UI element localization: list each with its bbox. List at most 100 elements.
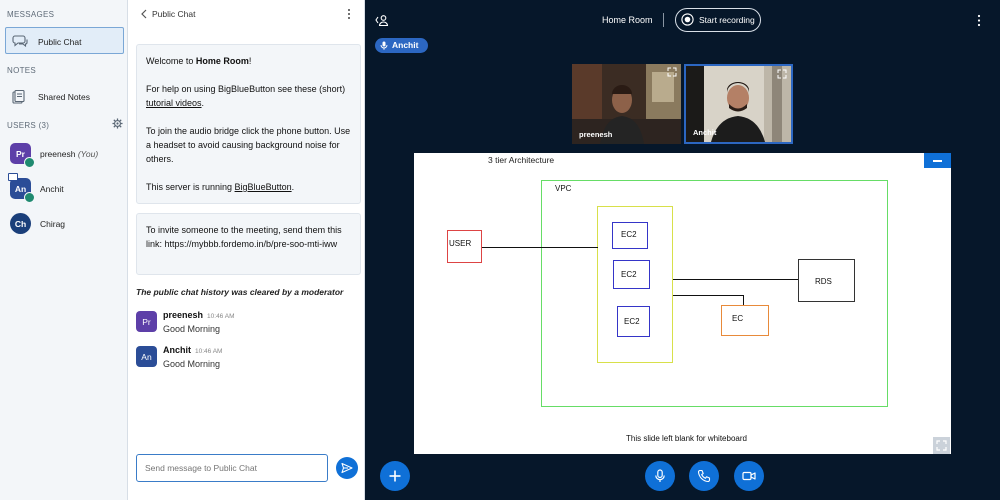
help-text: For help on using BigBlueButton see thes… (146, 84, 346, 94)
message-text: Good Morning (163, 359, 221, 369)
avatar-initials: Pr (16, 148, 25, 159)
send-button[interactable] (336, 457, 358, 479)
chevron-left-icon[interactable] (140, 9, 148, 19)
users-section-title: USERS (3) (7, 121, 50, 130)
server-end: . (291, 182, 295, 192)
presentation-slide[interactable]: 3 tier Architecture VPC USER EC2 EC2 EC2… (414, 153, 951, 454)
sender-name: preenesh (163, 310, 204, 320)
room-title: Home Room (602, 15, 653, 25)
webcam-video-anchit[interactable]: Anchit (684, 64, 793, 144)
welcome-message: Welcome to Home Room! For help on using … (136, 44, 361, 204)
chat-panel: Public Chat Welcome to Home Room! For he… (128, 0, 365, 500)
mute-microphone-button[interactable] (645, 461, 675, 491)
avatar: An (136, 346, 157, 367)
user-name: Anchit (40, 184, 64, 194)
public-chat-label: Public Chat (38, 37, 82, 47)
webcam-name-label: preenesh (579, 130, 613, 139)
user-row-chirag[interactable]: Ch Chirag (0, 210, 127, 236)
ec2-label: EC2 (621, 270, 637, 279)
message-text: Good Morning (163, 324, 221, 334)
gear-icon[interactable] (112, 118, 123, 129)
avatar-initials: An (14, 183, 27, 194)
title-divider (663, 13, 664, 27)
send-icon (341, 462, 353, 474)
phone-icon (697, 469, 711, 483)
message-time: 10:46 AM (207, 313, 235, 320)
welcome-prefix: Welcome to (146, 56, 196, 66)
fullscreen-icon[interactable] (667, 67, 677, 77)
user-row-anchit[interactable]: An Anchit (0, 173, 127, 203)
user-name-text: preenesh (40, 149, 76, 159)
sender-name: Anchit (163, 345, 191, 355)
ec2-label: EC2 (624, 317, 640, 326)
shared-notes-label: Shared Notes (38, 92, 90, 102)
message-time: 10:46 AM (195, 348, 223, 355)
message-sender: Anchit 10:46 AM (163, 345, 222, 355)
invite-message: To invite someone to the meeting, send t… (136, 213, 361, 275)
avatar: Pr (10, 143, 35, 168)
connector-line (743, 295, 744, 305)
chat-bubble-icon (12, 35, 28, 48)
bigbluebutton-link[interactable]: BigBlueButton (235, 182, 292, 192)
more-options-icon[interactable] (976, 14, 982, 27)
user-row-preenesh[interactable]: Pr preenesh (You) (0, 140, 127, 168)
webcam-video-preenesh[interactable]: preenesh (572, 64, 681, 144)
talking-indicator[interactable]: Anchit (375, 38, 428, 53)
video-camera-icon (742, 471, 756, 481)
start-recording-button[interactable]: Start recording (675, 8, 761, 32)
avatar: Pr (136, 311, 157, 332)
chat-message-input[interactable] (136, 454, 328, 482)
you-label: (You) (77, 149, 99, 159)
microphone-status-icon (24, 157, 35, 168)
presenter-icon (8, 173, 18, 181)
leave-audio-button[interactable] (689, 461, 719, 491)
webcam-name-label: Anchit (693, 128, 717, 137)
message-sender: preenesh 10:46 AM (163, 310, 235, 320)
messages-section-title: MESSAGES (7, 10, 55, 19)
minimize-presentation-button[interactable] (924, 153, 951, 168)
connector-line (673, 279, 798, 280)
actions-button[interactable] (380, 461, 410, 491)
chat-header: Public Chat (128, 0, 364, 28)
meeting-main-area: Home Room Start recording Anchit preenes… (366, 0, 1000, 500)
chat-cleared-notice: The public chat history was cleared by a… (136, 287, 344, 297)
welcome-suffix: ! (248, 56, 252, 66)
chat-message: Pr preenesh 10:46 AM Good Morning (136, 310, 361, 343)
notes-section-title: NOTES (7, 66, 37, 75)
minus-icon (933, 160, 942, 162)
connector-line (482, 247, 598, 248)
more-options-icon[interactable] (346, 8, 352, 20)
audio-help-text: To join the audio bridge click the phone… (146, 126, 351, 164)
toggle-user-list-icon[interactable] (375, 13, 389, 27)
user-label: USER (449, 239, 472, 248)
chat-message: An Anchit 10:46 AM Good Morning (136, 345, 361, 378)
public-chat-item[interactable]: Public Chat (5, 27, 124, 54)
chat-title: Public Chat (152, 9, 196, 19)
notes-icon (12, 89, 25, 104)
avatar: An (8, 173, 35, 203)
fullscreen-icon (936, 440, 947, 451)
fullscreen-icon[interactable] (777, 69, 787, 79)
avatar-initials: Ch (14, 218, 27, 229)
ec-box (721, 305, 769, 336)
server-text: This server is running (146, 182, 235, 192)
ec-label: EC (732, 314, 744, 323)
slide-footer-text: This slide left blank for whiteboard (626, 434, 747, 443)
user-list-panel: MESSAGES Public Chat NOTES Shared Notes … (0, 0, 128, 500)
rds-label: RDS (815, 277, 832, 286)
fullscreen-button[interactable] (933, 437, 950, 454)
slide-title: 3 tier Architecture (488, 155, 555, 165)
record-icon (681, 13, 694, 26)
user-name: preenesh (You) (40, 149, 98, 159)
shared-notes-item[interactable]: Shared Notes (0, 84, 127, 110)
talker-name: Anchit (392, 40, 419, 50)
ec2-label: EC2 (621, 230, 637, 239)
help-end: . (201, 98, 205, 108)
tutorial-videos-link[interactable]: tutorial videos (146, 98, 202, 108)
vpc-label: VPC (555, 184, 572, 193)
start-recording-label: Start recording (699, 15, 755, 25)
welcome-room-name: Home Room (195, 56, 249, 66)
microphone-icon (380, 41, 388, 50)
user-name: Chirag (40, 219, 66, 229)
share-webcam-button[interactable] (734, 461, 764, 491)
